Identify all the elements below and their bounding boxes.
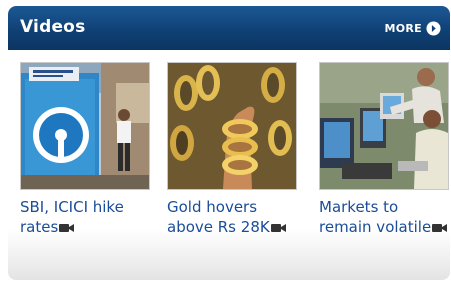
video-card[interactable]: Markets to remain volatile <box>319 62 449 237</box>
video-title[interactable]: SBI, ICICI hike rates <box>20 197 172 237</box>
video-card[interactable]: Gold hovers above Rs 28K <box>167 62 297 237</box>
video-title-line-1[interactable]: Markets to <box>319 197 451 217</box>
widget-header: Videos MORE <box>8 6 450 50</box>
video-title-line-2[interactable]: remain volatile <box>319 218 431 236</box>
video-title-line-2[interactable]: rates <box>20 218 58 236</box>
video-card[interactable]: SBI, ICICI hike rates <box>20 62 150 237</box>
more-label: MORE <box>384 21 422 35</box>
video-title[interactable]: Markets to remain volatile <box>319 197 451 237</box>
video-camera-icon <box>59 224 75 232</box>
arrow-right-circle-icon <box>426 20 441 36</box>
video-title-line-2[interactable]: above Rs 28K <box>167 218 270 236</box>
video-camera-icon <box>432 224 448 232</box>
stock-traders-thumbnail[interactable] <box>319 62 449 190</box>
video-title-line-1[interactable]: SBI, ICICI hike <box>20 197 172 217</box>
more-button[interactable]: MORE <box>385 19 441 37</box>
gold-bangles-thumbnail[interactable] <box>167 62 297 190</box>
video-camera-icon <box>270 224 286 232</box>
video-title-line-1[interactable]: Gold hovers <box>167 197 319 217</box>
sbi-bank-thumbnail[interactable] <box>20 62 150 190</box>
video-title[interactable]: Gold hovers above Rs 28K <box>167 197 319 237</box>
widget-title: Videos <box>20 17 86 37</box>
